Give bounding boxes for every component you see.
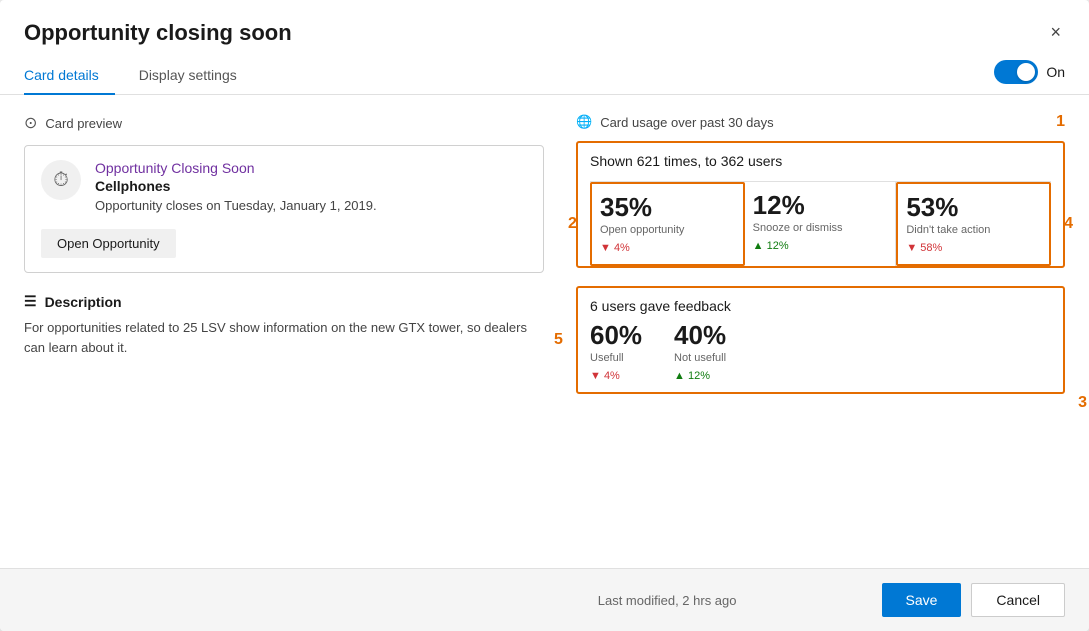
card-opportunity-title: Opportunity Closing Soon [95, 160, 377, 176]
stat-delta-1: ▼ 4% [600, 242, 735, 254]
stat-cell-1: 35% Open opportunity ▼ 4% [590, 182, 745, 266]
left-panel: ⊙ Card preview ⏱ Opportunity Closing Soo… [24, 113, 544, 558]
description-icon: ☰ [24, 293, 37, 310]
card-description: Opportunity closes on Tuesday, January 1… [95, 198, 377, 213]
annotation-1: 1 [1056, 113, 1065, 131]
description-section: ☰ Description For opportunities related … [24, 293, 544, 357]
modal-footer: Last modified, 2 hrs ago Save Cancel [0, 568, 1089, 631]
tabs-left: Card details Display settings [24, 57, 277, 94]
feedback-title: 6 users gave feedback [590, 298, 1051, 314]
display-toggle[interactable] [994, 60, 1038, 84]
card-preview-inner: ⏱ Opportunity Closing Soon Cellphones Op… [41, 160, 527, 213]
annotation-2: 2 [568, 215, 577, 233]
footer-actions: Save Cancel [882, 583, 1066, 617]
stats-row: 2 35% Open opportunity ▼ 4% 12% Snooze o… [590, 181, 1051, 266]
right-panel: 🌐 Card usage over past 30 days 1 Shown 6… [576, 113, 1065, 558]
feedback-pct-1: 60% [590, 322, 642, 348]
shown-label: Shown 621 times, to 362 users [590, 153, 1051, 173]
description-text: For opportunities related to 25 LSV show… [24, 318, 544, 357]
stat-delta-2: ▲ 12% [753, 240, 888, 252]
stat-cell-3: 53% Didn't take action ▼ 58% [896, 182, 1051, 266]
stat-pct-1: 35% [600, 194, 735, 220]
preview-icon: ⊙ [24, 113, 37, 133]
annotation-3: 3 [1078, 394, 1087, 412]
annotation-5: 5 [554, 331, 563, 349]
tab-card-details[interactable]: Card details [24, 57, 115, 95]
stat-pct-3: 53% [906, 194, 1041, 220]
usage-top-box: Shown 621 times, to 362 users 2 35% Open… [576, 141, 1065, 268]
modal-body: ⊙ Card preview ⏱ Opportunity Closing Soo… [0, 95, 1089, 568]
feedback-box: 6 users gave feedback 60% Usefull ▼ 4% 4… [576, 286, 1065, 394]
feedback-delta-2: ▲ 12% [674, 370, 726, 382]
feedback-stat-1: 60% Usefull ▼ 4% [590, 322, 642, 382]
modal-title: Opportunity closing soon [24, 20, 292, 46]
footer-modified: Last modified, 2 hrs ago [453, 593, 882, 608]
card-entity: Cellphones [95, 178, 377, 194]
modal-container: Opportunity closing soon × Card details … [0, 0, 1089, 631]
usage-label: 🌐 Card usage over past 30 days [576, 114, 774, 130]
close-button[interactable]: × [1046, 18, 1065, 47]
tabs-right: On [994, 60, 1065, 92]
annotation-4: 4 [1064, 215, 1073, 233]
toggle-label: On [1046, 64, 1065, 80]
card-preview-box: ⏱ Opportunity Closing Soon Cellphones Op… [24, 145, 544, 273]
cancel-button[interactable]: Cancel [971, 583, 1065, 617]
feedback-stat-2: 40% Not usefull ▲ 12% [674, 322, 726, 382]
usage-header: 🌐 Card usage over past 30 days 1 [576, 113, 1065, 131]
card-preview-label: ⊙ Card preview [24, 113, 544, 133]
stat-sublabel-1: Open opportunity [600, 224, 735, 236]
stat-sublabel-3: Didn't take action [906, 224, 1041, 236]
description-label: ☰ Description [24, 293, 544, 310]
feedback-sublabel-2: Not usefull [674, 352, 726, 364]
tab-bar: Card details Display settings On [0, 57, 1089, 95]
card-text-block: Opportunity Closing Soon Cellphones Oppo… [95, 160, 377, 213]
feedback-stats: 60% Usefull ▼ 4% 40% Not usefull ▲ 12% [590, 322, 1051, 382]
feedback-pct-2: 40% [674, 322, 726, 348]
feedback-sublabel-1: Usefull [590, 352, 642, 364]
stat-pct-2: 12% [753, 192, 888, 218]
feedback-area: 5 6 users gave feedback 60% Usefull ▼ 4%… [576, 286, 1065, 394]
tab-display-settings[interactable]: Display settings [139, 57, 253, 95]
stat-delta-3: ▼ 58% [906, 242, 1041, 254]
stat-sublabel-2: Snooze or dismiss [753, 222, 888, 234]
usage-area: Shown 621 times, to 362 users 2 35% Open… [576, 141, 1065, 394]
card-timer-icon: ⏱ [41, 160, 81, 200]
open-opportunity-button[interactable]: Open Opportunity [41, 229, 176, 258]
feedback-delta-1: ▼ 4% [590, 370, 642, 382]
usage-icon: 🌐 [576, 114, 592, 130]
stat-cell-2: 12% Snooze or dismiss ▲ 12% [745, 182, 897, 266]
modal-header: Opportunity closing soon × [0, 0, 1089, 47]
save-button[interactable]: Save [882, 583, 962, 617]
